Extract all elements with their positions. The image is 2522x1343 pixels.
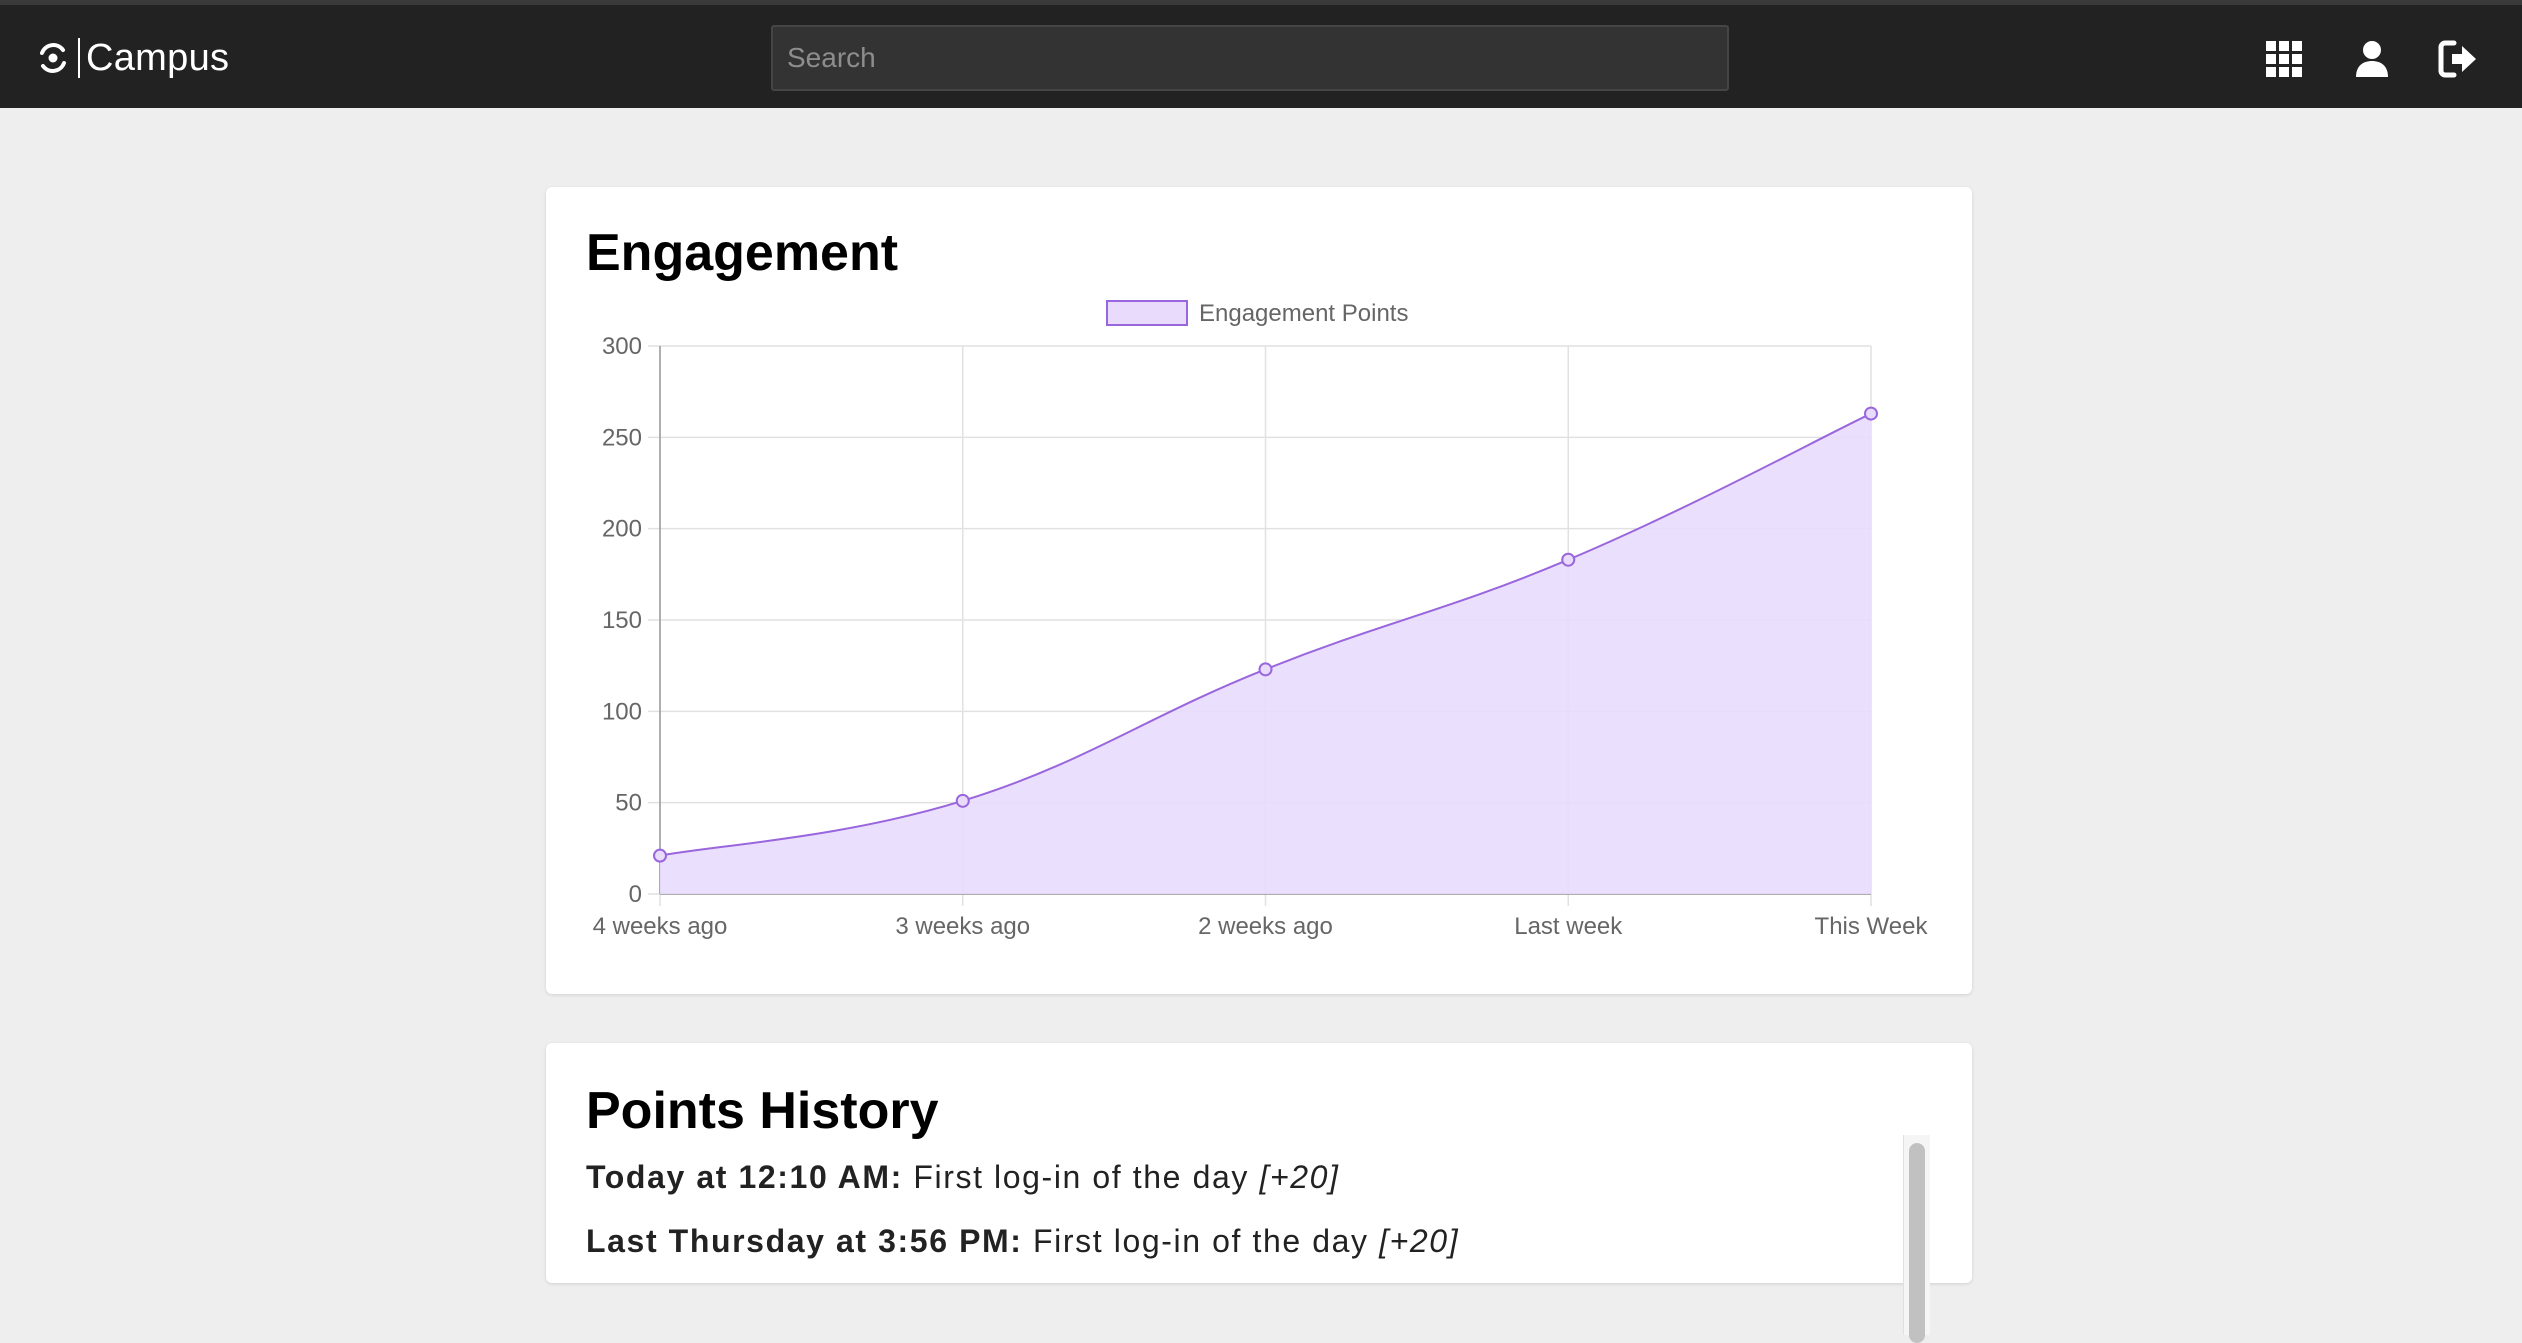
history-scrollbar[interactable] bbox=[1903, 1135, 1930, 1343]
history-text: First log-in of the day bbox=[902, 1159, 1260, 1195]
x-tick-label: 3 weeks ago bbox=[895, 913, 1030, 940]
data-point bbox=[1864, 406, 1878, 421]
data-point bbox=[1258, 662, 1273, 677]
x-tick-label: 4 weeks ago bbox=[593, 913, 728, 940]
engagement-chart: 0 50 100 150 200 250 300 4 weeks ago 3 weeks ago… bbox=[593, 300, 1929, 940]
brand-divider bbox=[78, 38, 80, 78]
points-history-list: Today at 12:10 AM: First log-in of the d… bbox=[586, 1159, 1886, 1287]
brand-name: Campus bbox=[86, 36, 230, 79]
brand-link[interactable]: Campus bbox=[36, 33, 229, 83]
y-tick-label: 200 bbox=[602, 516, 642, 543]
points-history-card: Points History Today at 12:10 AM: First … bbox=[546, 1043, 1972, 1343]
y-tick-label: 50 bbox=[615, 790, 642, 817]
y-tick-label: 150 bbox=[602, 607, 642, 634]
points-history-title: Points History bbox=[586, 1082, 939, 1140]
data-point bbox=[1561, 552, 1576, 567]
history-points: [+20] bbox=[1259, 1159, 1340, 1195]
y-tick-label: 300 bbox=[602, 333, 642, 360]
y-tick-label: 0 bbox=[629, 881, 642, 908]
history-points: [+20] bbox=[1379, 1223, 1460, 1259]
engagement-card: Engagement 0 50 100 150 200 250 300 4 weeks ago… bbox=[546, 187, 1972, 994]
sign-out-icon[interactable] bbox=[2438, 39, 2478, 79]
campus-logo-icon bbox=[40, 43, 66, 73]
x-tick-label: 2 weeks ago bbox=[1198, 913, 1333, 940]
legend-swatch bbox=[1106, 300, 1188, 326]
legend-label: Engagement Points bbox=[1199, 300, 1408, 327]
y-tick-label: 250 bbox=[602, 424, 642, 451]
history-time: Today at 12:10 AM: bbox=[586, 1159, 903, 1195]
history-item: Today at 12:10 AM: First log-in of the d… bbox=[586, 1159, 1886, 1196]
apps-grid-icon[interactable] bbox=[2264, 39, 2304, 79]
history-scroll-thumb[interactable] bbox=[1909, 1143, 1925, 1343]
y-tick-label: 100 bbox=[602, 698, 642, 725]
data-point bbox=[955, 793, 970, 808]
data-point bbox=[653, 848, 667, 863]
history-item: Last Thursday at 3:56 PM: First log-in o… bbox=[586, 1223, 1886, 1260]
top-navbar: Campus bbox=[0, 0, 2522, 108]
x-tick-label: Last week bbox=[1514, 913, 1623, 940]
history-text: First log-in of the day bbox=[1022, 1223, 1380, 1259]
x-tick-label: This Week bbox=[1815, 913, 1929, 940]
search-input[interactable] bbox=[771, 25, 1729, 91]
user-icon[interactable] bbox=[2352, 39, 2392, 79]
history-time: Last Thursday at 3:56 PM: bbox=[586, 1223, 1023, 1259]
